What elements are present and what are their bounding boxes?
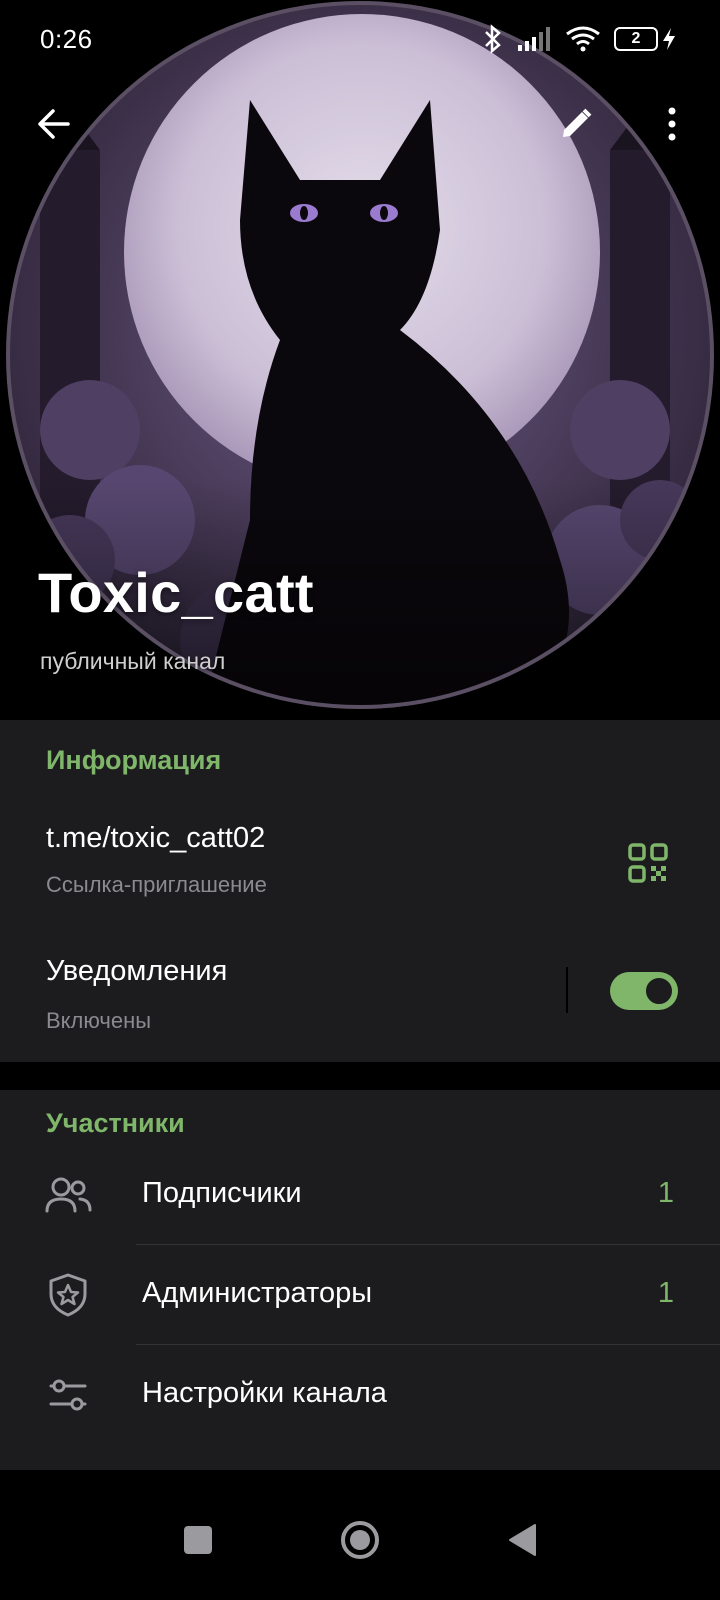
recents-button[interactable]	[166, 1508, 230, 1572]
channel-settings-label: Настройки канала	[142, 1377, 387, 1409]
status-bar: 0:26 2	[0, 0, 720, 80]
back-nav-button[interactable]	[490, 1508, 554, 1572]
home-button[interactable]	[328, 1508, 392, 1572]
edit-button[interactable]	[544, 92, 608, 156]
battery-indicator: 2	[614, 27, 676, 51]
notifications-status: Включены	[46, 1008, 152, 1033]
invite-link-value[interactable]: t.me/toxic_catt02	[46, 822, 265, 855]
channel-type: публичный канал	[40, 648, 226, 674]
administrators-label: Администраторы	[142, 1277, 373, 1309]
sliders-icon	[40, 1367, 96, 1423]
shield-star-icon	[40, 1267, 96, 1323]
notifications-title[interactable]: Уведомления	[46, 955, 227, 988]
profile-header: 0:26 2 Toxic_catt публичный канал	[0, 0, 720, 720]
back-button[interactable]	[22, 92, 86, 156]
people-icon	[40, 1167, 96, 1223]
pencil-icon	[563, 108, 592, 137]
battery-icon: 2	[614, 27, 658, 51]
members-section-title: Участники	[46, 1108, 185, 1138]
system-navigation-bar	[0, 1480, 720, 1600]
vertical-divider	[566, 967, 568, 1013]
bluetooth-icon	[485, 24, 501, 54]
notifications-toggle[interactable]	[610, 972, 678, 1010]
subscribers-row[interactable]: Подписчики 1	[0, 1145, 720, 1245]
subscribers-count: 1	[657, 1177, 674, 1209]
qr-code-icon	[628, 843, 668, 883]
wifi-icon	[566, 26, 600, 52]
triangle-back-icon	[509, 1524, 536, 1556]
signal-icon	[518, 27, 550, 51]
channel-settings-row[interactable]: Настройки канала	[0, 1345, 720, 1445]
square-icon	[184, 1526, 212, 1554]
charging-icon	[663, 28, 675, 50]
arrow-left-icon	[38, 109, 70, 139]
section-gap	[0, 1062, 720, 1090]
circle-icon	[341, 1521, 379, 1559]
administrators-row[interactable]: Администраторы 1	[0, 1245, 720, 1345]
more-vertical-icon	[668, 107, 676, 141]
toggle-knob	[642, 974, 676, 1008]
more-options-button[interactable]	[640, 92, 704, 156]
status-time: 0:26	[40, 24, 93, 54]
info-section-title: Информация	[46, 745, 222, 775]
invite-link-label: Ссылка-приглашение	[46, 872, 267, 897]
qr-code-button[interactable]	[620, 835, 676, 891]
subscribers-label: Подписчики	[142, 1177, 302, 1209]
administrators-count: 1	[657, 1277, 674, 1309]
status-icons: 2	[482, 22, 676, 56]
channel-title: Toxic_catt	[38, 561, 314, 624]
top-app-bar	[0, 88, 720, 160]
